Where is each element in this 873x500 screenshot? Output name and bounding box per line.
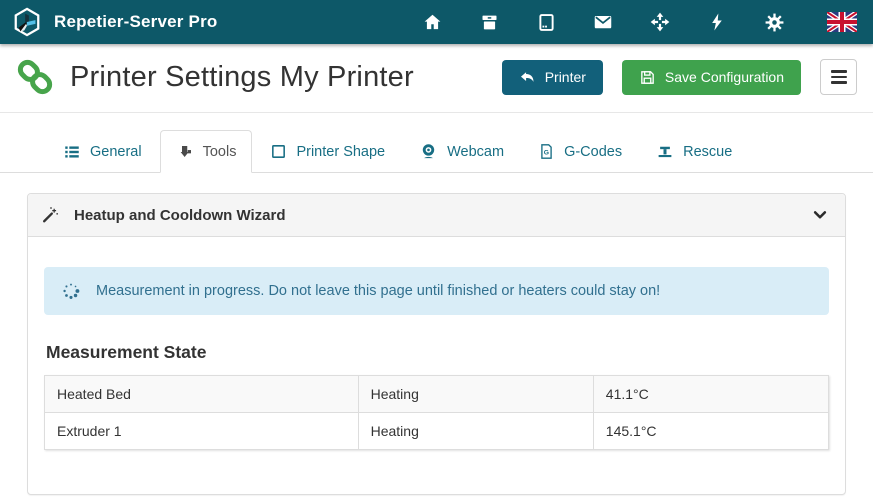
tab-rescue-label: Rescue bbox=[683, 144, 732, 160]
temp-cell: 145.1°C bbox=[593, 413, 828, 450]
printer-frame-icon[interactable] bbox=[535, 11, 557, 33]
save-floppy-icon bbox=[639, 69, 656, 86]
top-navbar: Repetier-Server Pro bbox=[0, 0, 873, 44]
wizard-panel: Heatup and Cooldown Wizard bbox=[27, 193, 846, 495]
tab-general-label: General bbox=[90, 144, 142, 160]
tab-printer-shape[interactable]: Printer Shape bbox=[254, 130, 401, 173]
webcam-icon bbox=[419, 142, 438, 161]
rescue-icon bbox=[656, 143, 674, 161]
gcode-file-icon: G bbox=[538, 143, 555, 160]
device-cell: Heated Bed bbox=[45, 376, 359, 413]
tab-rescue[interactable]: Rescue bbox=[640, 130, 748, 173]
spinner-icon bbox=[60, 280, 82, 302]
repetier-logo-icon bbox=[12, 7, 42, 37]
wizard-panel-title: Heatup and Cooldown Wizard bbox=[74, 207, 286, 224]
measurement-state-title: Measurement State bbox=[46, 342, 827, 363]
gear-icon[interactable] bbox=[763, 11, 785, 33]
uk-flag-icon[interactable] bbox=[826, 11, 857, 33]
measurement-state-table: Heated Bed Heating 41.1°C Extruder 1 Hea… bbox=[44, 375, 829, 450]
device-cell: Extruder 1 bbox=[45, 413, 359, 450]
tab-gcodes[interactable]: G G-Codes bbox=[522, 130, 638, 173]
reply-arrow-icon bbox=[519, 69, 536, 86]
state-cell: Heating bbox=[358, 413, 593, 450]
magic-wand-icon bbox=[40, 205, 60, 225]
tab-general[interactable]: General bbox=[47, 130, 158, 173]
wizard-panel-header[interactable]: Heatup and Cooldown Wizard bbox=[28, 194, 845, 237]
wizard-panel-body: Measurement in progress. Do not leave th… bbox=[28, 237, 845, 494]
header-actions: Printer Save Configuration bbox=[502, 59, 857, 95]
tab-webcam[interactable]: Webcam bbox=[403, 130, 520, 173]
link-chain-icon bbox=[12, 54, 58, 100]
tab-tools-label: Tools bbox=[203, 144, 237, 160]
home-icon[interactable] bbox=[421, 11, 443, 33]
brand-name: Repetier-Server Pro bbox=[54, 12, 217, 32]
save-configuration-button[interactable]: Save Configuration bbox=[622, 60, 801, 95]
brand[interactable]: Repetier-Server Pro bbox=[12, 7, 217, 37]
extruder-icon bbox=[176, 143, 194, 161]
save-button-label: Save Configuration bbox=[665, 69, 784, 85]
tab-printer-shape-label: Printer Shape bbox=[296, 144, 385, 160]
list-icon bbox=[63, 143, 81, 161]
page-header: Printer Settings My Printer Printer Save… bbox=[0, 44, 873, 113]
temp-cell: 41.1°C bbox=[593, 376, 828, 413]
alert-text: Measurement in progress. Do not leave th… bbox=[96, 283, 660, 299]
archive-box-icon[interactable] bbox=[478, 11, 500, 33]
square-icon bbox=[270, 143, 287, 160]
move-arrows-icon[interactable] bbox=[649, 11, 671, 33]
table-row: Heated Bed Heating 41.1°C bbox=[45, 376, 829, 413]
tab-tools[interactable]: Tools bbox=[160, 130, 253, 173]
tab-webcam-label: Webcam bbox=[447, 144, 504, 160]
mail-icon[interactable] bbox=[592, 11, 614, 33]
measurement-progress-alert: Measurement in progress. Do not leave th… bbox=[44, 267, 829, 315]
tab-gcodes-label: G-Codes bbox=[564, 144, 622, 160]
hamburger-menu-button[interactable] bbox=[820, 59, 857, 95]
page-title: Printer Settings My Printer bbox=[70, 61, 414, 94]
state-cell: Heating bbox=[358, 376, 593, 413]
table-row: Extruder 1 Heating 145.1°C bbox=[45, 413, 829, 450]
printer-button-label: Printer bbox=[545, 69, 586, 85]
navbar-icons bbox=[421, 11, 857, 33]
chevron-down-icon[interactable] bbox=[811, 206, 829, 224]
printer-button[interactable]: Printer bbox=[502, 60, 603, 95]
bolt-icon[interactable] bbox=[706, 11, 728, 33]
settings-tabs: General Tools Printer Shape Webcam G G-C… bbox=[0, 130, 873, 173]
svg-text:G: G bbox=[544, 150, 549, 157]
